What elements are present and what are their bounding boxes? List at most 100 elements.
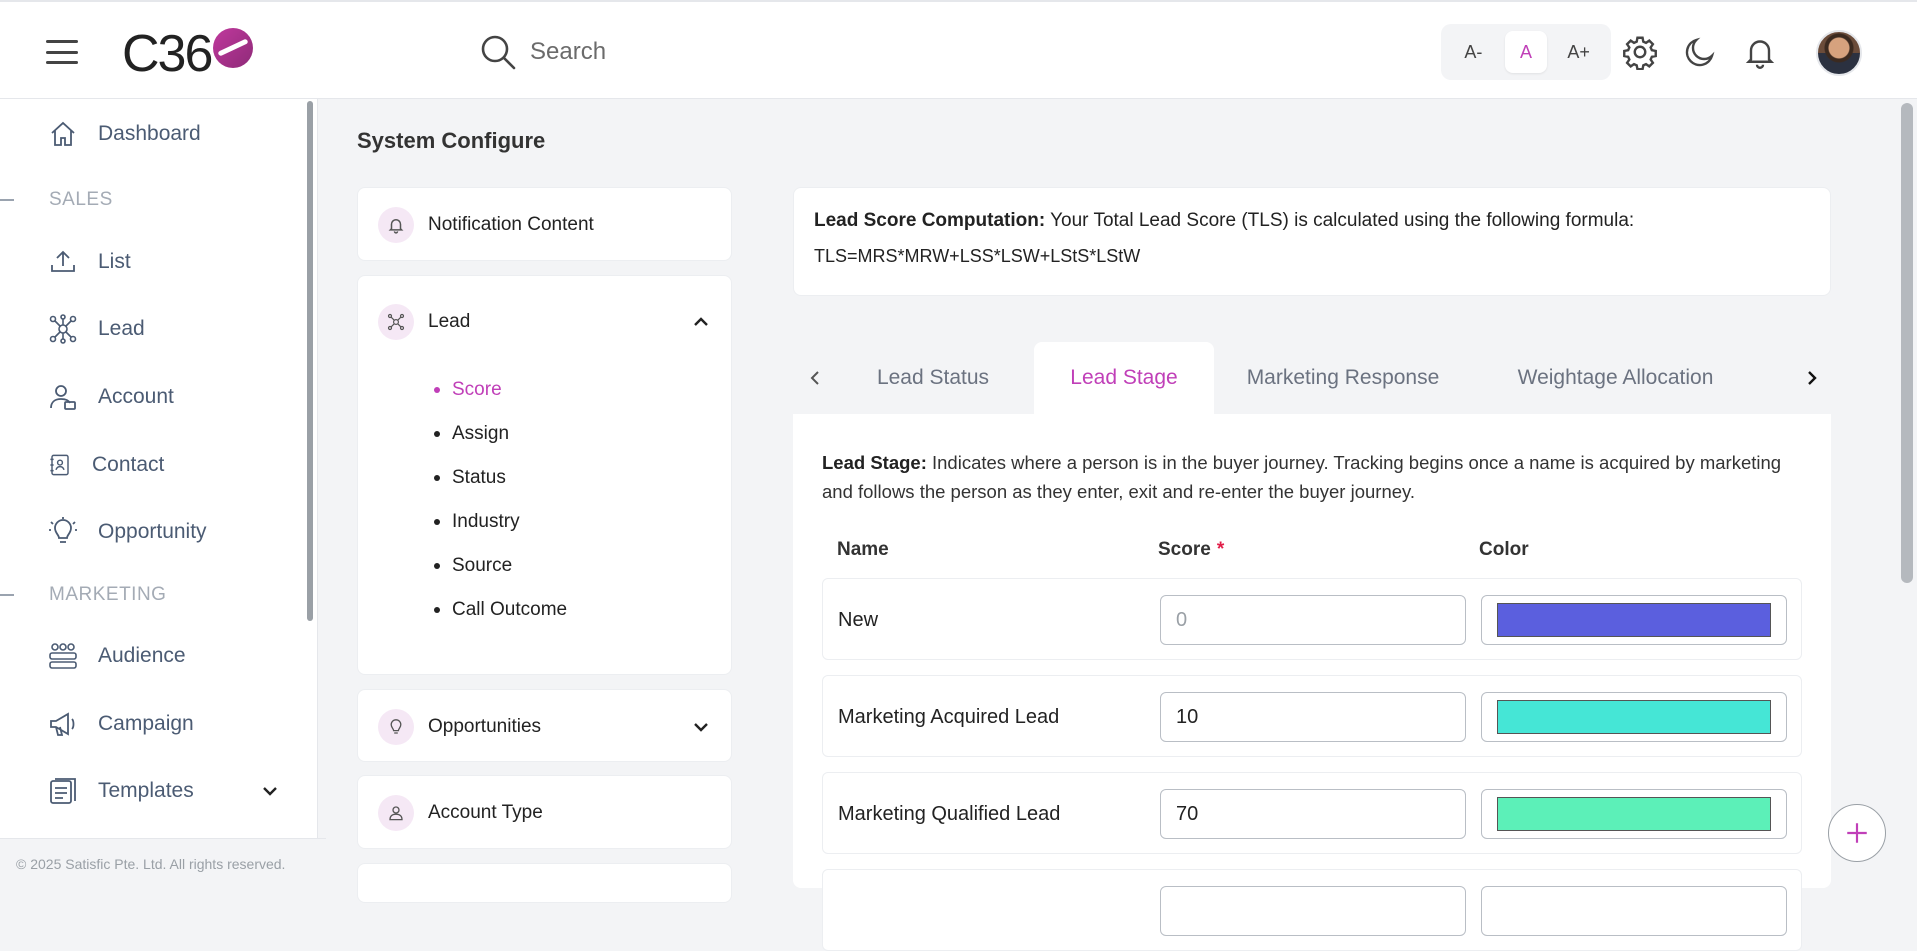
sidebar-item-label: Opportunity: [98, 520, 207, 543]
top-bar: C36 A- A A+: [0, 0, 1917, 99]
sidebar-item-label: Campaign: [98, 712, 194, 735]
logo-globe-icon: [213, 28, 254, 68]
submenu-item-call-outcome[interactable]: Call Outcome: [434, 588, 731, 632]
hamburger-menu-icon[interactable]: [46, 40, 78, 64]
section-marketing: MARKETING: [0, 584, 166, 606]
table-row: Marketing Qualified Lead 70: [822, 772, 1802, 854]
tab-lead-status[interactable]: Lead Status: [853, 342, 1013, 414]
search-bar[interactable]: [478, 30, 1078, 74]
chevron-down-icon[interactable]: [260, 781, 280, 801]
copyright: © 2025 Satisfic Pte. Ltd. All rights res…: [0, 838, 326, 888]
chevron-up-icon[interactable]: [691, 312, 711, 332]
chevron-down-icon[interactable]: [691, 717, 711, 737]
font-decrease-button[interactable]: A-: [1452, 31, 1494, 73]
font-normal-button[interactable]: A: [1504, 31, 1547, 73]
search-input[interactable]: [530, 38, 1030, 66]
upload-icon: [51, 250, 75, 272]
network-icon: [387, 313, 405, 331]
lead-stage-panel: Lead Stage: Indicates where a person is …: [793, 414, 1831, 951]
sidebar-item-label: Audience: [98, 644, 186, 667]
sidebar-item-account[interactable]: Account: [48, 382, 174, 412]
color-picker[interactable]: [1481, 886, 1787, 936]
home-icon: [51, 121, 75, 146]
table-row: [822, 869, 1802, 951]
formula-expression: TLS=MRS*MRW+LSS*LSW+LStS*LStW: [814, 246, 1141, 266]
score-input[interactable]: 0: [1160, 595, 1466, 645]
audience-icon: [49, 643, 77, 669]
bell-icon: [388, 219, 404, 234]
tab-next-icon[interactable]: [1798, 364, 1826, 392]
stage-name: Marketing Acquired Lead: [838, 705, 1060, 728]
sidebar-item-campaign[interactable]: Campaign: [48, 709, 194, 739]
tab-prev-icon[interactable]: [801, 364, 829, 392]
sidebar-item-label: Templates: [98, 779, 194, 802]
score-input[interactable]: 10: [1160, 692, 1466, 742]
lightbulb-icon: [390, 718, 402, 734]
config-notification-content[interactable]: Notification Content: [357, 187, 732, 261]
tab-lead-stage[interactable]: Lead Stage: [1034, 342, 1214, 414]
page-scrollbar[interactable]: [1897, 99, 1917, 888]
scrollbar-thumb[interactable]: [1901, 103, 1913, 583]
score-input[interactable]: 70: [1160, 789, 1466, 839]
column-header-score: Score *: [1158, 539, 1225, 560]
megaphone-icon: [50, 712, 75, 736]
sidebar: Dashboard SALES List Lead Account Contac…: [0, 99, 326, 888]
moon-icon[interactable]: [1682, 34, 1718, 70]
submenu-item-status[interactable]: Status: [434, 456, 731, 500]
config-next-card[interactable]: [357, 863, 732, 903]
color-swatch: [1497, 603, 1771, 637]
column-header-name: Name: [837, 539, 889, 560]
color-swatch: [1497, 700, 1771, 734]
font-increase-button[interactable]: A+: [1558, 31, 1600, 73]
config-opportunities[interactable]: Opportunities: [357, 689, 732, 762]
sidebar-item-opportunity[interactable]: Opportunity: [48, 517, 207, 547]
config-lead: Lead Score Assign Status Industry Source…: [357, 275, 732, 675]
formula-text: Your Total Lead Score (TLS) is calculate…: [1045, 210, 1635, 231]
logo[interactable]: C36: [122, 24, 254, 84]
submenu-item-assign[interactable]: Assign: [434, 412, 731, 456]
tab-marketing-response[interactable]: Marketing Response: [1228, 342, 1458, 414]
lead-score-formula-card: Lead Score Computation: Your Total Lead …: [793, 187, 1831, 296]
section-sales: SALES: [0, 189, 113, 211]
table-row: Marketing Acquired Lead 10: [822, 675, 1802, 757]
add-button[interactable]: [1828, 804, 1886, 862]
color-picker[interactable]: [1481, 789, 1787, 839]
gear-icon[interactable]: [1622, 34, 1658, 70]
user-card-icon: [50, 385, 76, 410]
bell-icon[interactable]: [1742, 34, 1778, 70]
submenu-item-industry[interactable]: Industry: [434, 500, 731, 544]
sidebar-item-list[interactable]: List: [48, 247, 131, 277]
sidebar-scrollbar[interactable]: [307, 101, 313, 621]
plus-icon: [1847, 823, 1867, 843]
color-swatch: [1497, 797, 1771, 831]
sidebar-item-lead[interactable]: Lead: [48, 314, 145, 344]
lightbulb-icon: [49, 517, 77, 543]
templates-icon: [50, 778, 76, 804]
page-title: System Configure: [357, 128, 546, 153]
submenu-item-score[interactable]: Score: [434, 368, 731, 412]
sidebar-item-label: Account: [98, 385, 174, 408]
config-account-type[interactable]: Account Type: [357, 775, 732, 849]
score-tabs: Lead Status Lead Stage Marketing Respons…: [793, 342, 1831, 414]
user-icon: [389, 806, 403, 821]
user-avatar[interactable]: [1816, 30, 1862, 76]
lead-stage-description: Lead Stage: Indicates where a person is …: [822, 452, 1782, 502]
sidebar-item-contact[interactable]: Contact: [48, 450, 164, 480]
submenu-item-source[interactable]: Source: [434, 544, 731, 588]
color-picker[interactable]: [1481, 595, 1787, 645]
font-size-control: A- A A+: [1441, 24, 1611, 80]
search-icon: [481, 35, 516, 70]
sidebar-item-templates[interactable]: Templates: [48, 776, 280, 806]
sidebar-item-label: Contact: [92, 453, 165, 476]
color-picker[interactable]: [1481, 692, 1787, 742]
stage-name: Marketing Qualified Lead: [838, 802, 1061, 825]
sidebar-item-audience[interactable]: Audience: [48, 641, 186, 671]
sidebar-item-dashboard[interactable]: Dashboard: [48, 119, 201, 149]
score-input[interactable]: [1160, 886, 1466, 936]
table-row: New 0: [822, 578, 1802, 660]
lead-submenu: Score Assign Status Industry Source Call…: [358, 368, 731, 648]
config-lead-header[interactable]: Lead: [358, 276, 731, 368]
column-header-color: Color: [1479, 539, 1529, 560]
tab-weightage-allocation[interactable]: Weightage Allocation: [1508, 342, 1723, 414]
sidebar-item-label: Lead: [98, 317, 145, 340]
